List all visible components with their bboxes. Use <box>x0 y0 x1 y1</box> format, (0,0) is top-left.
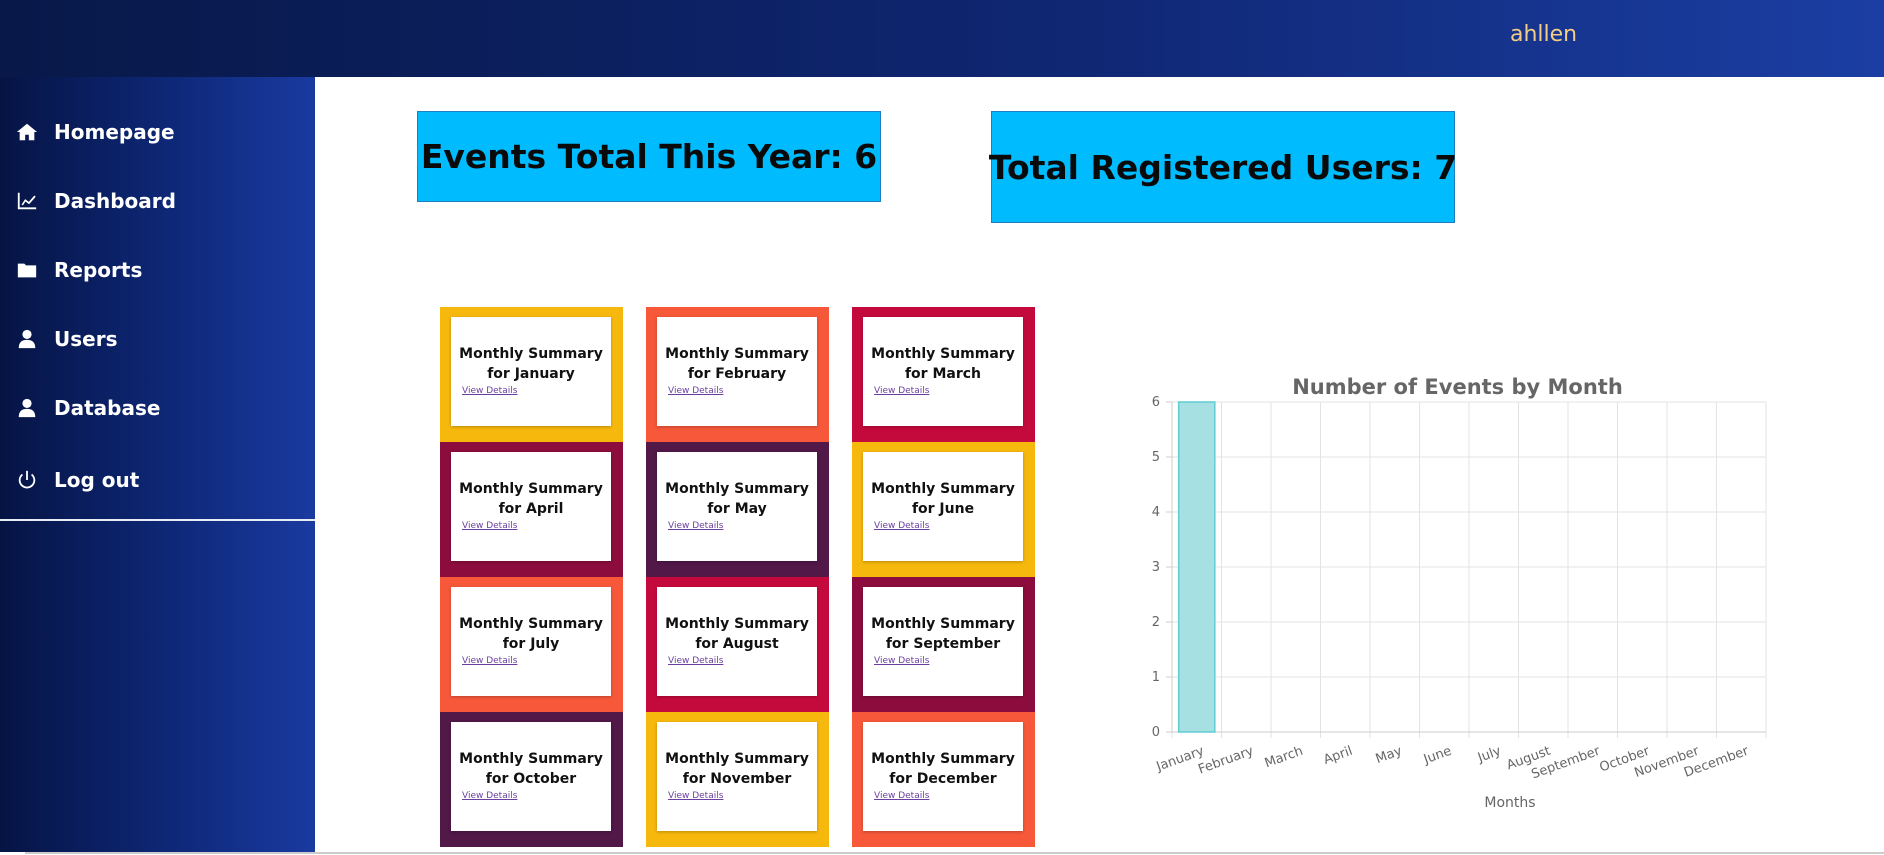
power-icon <box>18 470 36 489</box>
y-tick-label: 5 <box>1152 450 1160 465</box>
card-body: Monthly Summary for June View Details <box>863 452 1023 561</box>
x-axis-label: Months <box>1484 795 1536 811</box>
y-tick-label: 3 <box>1152 560 1160 575</box>
card-body: Monthly Summary for May View Details <box>657 452 817 561</box>
view-details-link[interactable]: View Details <box>874 521 929 531</box>
monthly-summary-card: Monthly Summary for September View Details <box>852 577 1035 712</box>
monthly-summary-card: Monthly Summary for February View Details <box>646 307 829 442</box>
sidebar-item-reports[interactable]: Reports <box>16 255 142 285</box>
chart-line-icon <box>17 192 37 210</box>
sidebar-item-label: Dashboard <box>54 189 176 213</box>
monthly-summary-card: Monthly Summary for June View Details <box>852 442 1035 577</box>
card-body: Monthly Summary for October View Details <box>451 722 611 831</box>
home-icon <box>16 123 38 141</box>
card-body: Monthly Summary for February View Details <box>657 317 817 426</box>
card-title: Monthly Summary for April <box>459 481 603 517</box>
card-body: Monthly Summary for December View Details <box>863 722 1023 831</box>
monthly-summary-card: Monthly Summary for November View Details <box>646 712 829 847</box>
chart-canvas: 0123456JanuaryFebruary March April May June J… <box>1152 395 1767 782</box>
x-tick-label: June <box>1421 744 1454 768</box>
sidebar: Homepage Dashboard Reports Users Databas… <box>0 77 315 852</box>
registered-users-card: Total Registered Users: 7 <box>989 111 1457 223</box>
x-tick-label: March <box>1263 744 1305 772</box>
view-details-link[interactable]: View Details <box>462 386 517 396</box>
card-title: Monthly Summary for May <box>665 481 809 517</box>
events-total-card: Events Total This Year: 6 <box>417 111 881 202</box>
y-tick-label: 6 <box>1152 395 1160 410</box>
x-tick-label: July <box>1475 744 1503 767</box>
folder-icon <box>17 263 37 278</box>
view-details-link[interactable]: View Details <box>668 656 723 666</box>
view-details-link[interactable]: View Details <box>668 791 723 801</box>
monthly-summary-card: Monthly Summary for December View Details <box>852 712 1035 847</box>
sidebar-item-label: Reports <box>54 258 143 282</box>
user-icon <box>18 398 36 418</box>
card-body: Monthly Summary for April View Details <box>451 452 611 561</box>
y-tick-label: 2 <box>1152 615 1160 630</box>
monthly-summary-card: Monthly Summary for March View Details <box>852 307 1035 442</box>
card-title: Monthly Summary for November <box>665 751 809 787</box>
sidebar-divider <box>0 519 315 521</box>
view-details-link[interactable]: View Details <box>668 386 723 396</box>
card-title: Monthly Summary for February <box>665 346 809 382</box>
monthly-summary-card: Monthly Summary for August View Details <box>646 577 829 712</box>
username-label[interactable]: ahllen <box>1510 22 1670 47</box>
card-body: Monthly Summary for November View Details <box>657 722 817 831</box>
card-title: Monthly Summary for June <box>871 481 1015 517</box>
x-tick-label: April <box>1322 744 1355 768</box>
view-details-link[interactable]: View Details <box>462 791 517 801</box>
y-tick-label: 4 <box>1152 505 1160 520</box>
events-by-month-chart: Number of Events by Month 0 1 2 3 4 5 6 January… <box>1125 365 1785 825</box>
view-details-link[interactable]: View Details <box>668 521 723 531</box>
logout-label: Log out <box>54 468 140 492</box>
sidebar-item-label: Users <box>54 327 118 351</box>
page-bottom-border <box>25 852 1884 854</box>
card-title: Monthly Summary for March <box>871 346 1015 382</box>
card-body: Monthly Summary for July View Details <box>451 587 611 696</box>
card-title: Monthly Summary for July <box>459 616 603 652</box>
logout-button[interactable]: Log out <box>16 465 139 495</box>
user-icon <box>18 329 36 349</box>
card-title: Monthly Summary for December <box>871 751 1015 787</box>
view-details-link[interactable]: View Details <box>462 656 517 666</box>
sidebar-item-database[interactable]: Database <box>16 393 160 423</box>
card-body: Monthly Summary for January View Details <box>451 317 611 426</box>
monthly-summary-card: Monthly Summary for April View Details <box>440 442 623 577</box>
sidebar-item-users[interactable]: Users <box>16 324 117 354</box>
view-details-link[interactable]: View Details <box>874 656 929 666</box>
view-details-link[interactable]: View Details <box>874 386 929 396</box>
monthly-summary-card: Monthly Summary for January View Details <box>440 307 623 442</box>
sidebar-item-dashboard[interactable]: Dashboard <box>16 186 176 216</box>
sidebar-item-homepage[interactable]: Homepage <box>16 117 175 147</box>
card-title: Monthly Summary for January <box>459 346 603 382</box>
monthly-summary-card: Monthly Summary for October View Details <box>440 712 623 847</box>
card-title: Monthly Summary for October <box>459 751 603 787</box>
x-tick-label: May <box>1374 744 1405 767</box>
top-bar: ahllen <box>0 0 1884 77</box>
y-tick-label: 0 <box>1152 725 1160 740</box>
card-title: Monthly Summary for August <box>665 616 809 652</box>
bar <box>1177 401 1216 733</box>
card-body: Monthly Summary for March View Details <box>863 317 1023 426</box>
monthly-summary-card: Monthly Summary for July View Details <box>440 577 623 712</box>
card-body: Monthly Summary for August View Details <box>657 587 817 696</box>
view-details-link[interactable]: View Details <box>462 521 517 531</box>
monthly-summary-card: Monthly Summary for May View Details <box>646 442 829 577</box>
x-tick-label: February <box>1196 744 1256 778</box>
card-body: Monthly Summary for September View Details <box>863 587 1023 696</box>
sidebar-item-label: Homepage <box>54 120 175 144</box>
sidebar-item-label: Database <box>54 396 161 420</box>
view-details-link[interactable]: View Details <box>874 791 929 801</box>
y-tick-label: 1 <box>1152 670 1160 685</box>
card-title: Monthly Summary for September <box>871 616 1015 652</box>
